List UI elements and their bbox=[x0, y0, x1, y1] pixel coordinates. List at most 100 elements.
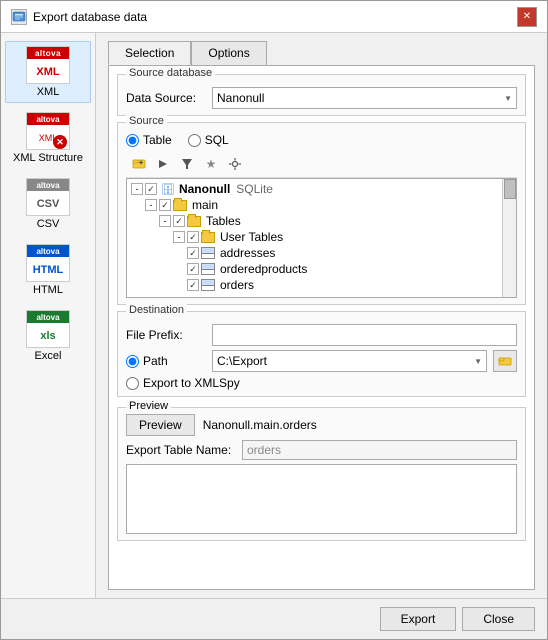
tree-label-user-tables: User Tables bbox=[220, 230, 283, 244]
filter-icon bbox=[180, 157, 194, 171]
main-panel: Selection Options Source database Data S… bbox=[96, 33, 547, 598]
settings-button[interactable] bbox=[224, 153, 246, 175]
export-name-row: Export Table Name: bbox=[126, 440, 517, 460]
source-type-row: Table SQL bbox=[126, 133, 517, 147]
tree-check-orderedproducts[interactable] bbox=[187, 263, 199, 275]
content-area: altova XML XML altova XML ✕ XML Structur… bbox=[1, 33, 547, 598]
tree-node-nanonull[interactable]: - 🗄 Nanonull SQLite bbox=[129, 181, 514, 197]
tree-node-tables[interactable]: - Tables bbox=[129, 213, 514, 229]
tree-check-user-tables[interactable] bbox=[187, 231, 199, 243]
tree-toggle-tables[interactable]: - bbox=[159, 215, 171, 227]
destination-section: Destination File Prefix: Path C:\Expor bbox=[117, 311, 526, 397]
html-file-icon: altova HTML bbox=[26, 244, 70, 282]
preview-button[interactable]: Preview bbox=[126, 414, 195, 436]
file-prefix-label: File Prefix: bbox=[126, 328, 206, 342]
arrow-button[interactable] bbox=[152, 153, 174, 175]
sql-radio[interactable]: SQL bbox=[188, 133, 229, 147]
path-row: Path C:\Export ▼ bbox=[126, 350, 517, 372]
sidebar-item-html[interactable]: altova HTML HTML bbox=[5, 239, 91, 301]
tree-label-orderedproducts: orderedproducts bbox=[220, 262, 307, 276]
tree-check-nanonull[interactable] bbox=[145, 183, 157, 195]
tree-label-nanonull: Nanonull bbox=[179, 182, 230, 196]
filter-button[interactable] bbox=[176, 153, 198, 175]
tree-toggle-main[interactable]: - bbox=[145, 199, 157, 211]
sidebar-xml-structure-label: XML Structure bbox=[13, 152, 83, 164]
folder-browse-icon bbox=[498, 355, 512, 367]
preview-section-label: Preview bbox=[126, 400, 171, 412]
xml-structure-file-icon: altova XML ✕ bbox=[26, 112, 70, 150]
data-source-combo[interactable]: Nanonull ▼ bbox=[212, 87, 517, 109]
path-combo[interactable]: C:\Export ▼ bbox=[212, 350, 487, 372]
tab-bar: Selection Options bbox=[108, 41, 535, 65]
preview-row: Preview Nanonull.main.orders bbox=[126, 414, 517, 436]
csv-file-icon: altova CSV bbox=[26, 178, 70, 216]
export-table-name-input[interactable] bbox=[242, 440, 517, 460]
title-bar-left: Export database data bbox=[11, 9, 147, 25]
sidebar: altova XML XML altova XML ✕ XML Structur… bbox=[1, 33, 96, 598]
tree-toolbar: ★ bbox=[126, 151, 517, 178]
export-xmlspy-radio-input[interactable] bbox=[126, 377, 139, 390]
tree-toggle-nanonull[interactable]: - bbox=[131, 183, 143, 195]
sidebar-html-label: HTML bbox=[33, 284, 63, 296]
tree-check-orders[interactable] bbox=[187, 279, 199, 291]
star-icon: ★ bbox=[206, 157, 217, 171]
export-button[interactable]: Export bbox=[380, 607, 457, 631]
tree-node-addresses[interactable]: addresses bbox=[129, 245, 514, 261]
add-button[interactable] bbox=[128, 153, 150, 175]
tab-options[interactable]: Options bbox=[191, 41, 266, 65]
tab-content-selection: Source database Data Source: Nanonull ▼ … bbox=[108, 65, 535, 590]
export-database-dialog: Export database data ✕ altova XML XML al… bbox=[0, 0, 548, 640]
tree-toggle-user-tables[interactable]: - bbox=[173, 231, 185, 243]
database-tree[interactable]: - 🗄 Nanonull SQLite - main bbox=[126, 178, 517, 298]
tables-folder-icon bbox=[187, 216, 201, 227]
path-radio-input[interactable] bbox=[126, 355, 139, 368]
bottom-bar: Export Close bbox=[1, 598, 547, 639]
scrollbar-thumb[interactable] bbox=[504, 179, 516, 199]
table-radio-input[interactable] bbox=[126, 134, 139, 147]
sql-radio-input[interactable] bbox=[188, 134, 201, 147]
source-label: Source bbox=[126, 115, 167, 127]
preview-box bbox=[126, 464, 517, 534]
path-combo-arrow-icon: ▼ bbox=[474, 357, 482, 366]
file-prefix-row: File Prefix: bbox=[126, 324, 517, 346]
sidebar-item-excel[interactable]: altova xls Excel bbox=[5, 305, 91, 367]
sidebar-item-xml[interactable]: altova XML XML bbox=[5, 41, 91, 103]
tree-label-addresses: addresses bbox=[220, 246, 275, 260]
tree-node-orderedproducts[interactable]: orderedproducts bbox=[129, 261, 514, 277]
tree-scrollbar[interactable] bbox=[502, 179, 516, 297]
title-bar: Export database data ✕ bbox=[1, 1, 547, 33]
source-database-section: Source database Data Source: Nanonull ▼ bbox=[117, 74, 526, 116]
browse-button[interactable] bbox=[493, 350, 517, 372]
combo-arrow-icon: ▼ bbox=[504, 94, 512, 103]
tree-label-orders: orders bbox=[220, 278, 254, 292]
table-radio[interactable]: Table bbox=[126, 133, 172, 147]
destination-label: Destination bbox=[126, 304, 187, 316]
tree-node-user-tables[interactable]: - User Tables bbox=[129, 229, 514, 245]
tree-check-main[interactable] bbox=[159, 199, 171, 211]
data-source-row: Data Source: Nanonull ▼ bbox=[126, 87, 517, 109]
tree-node-orders[interactable]: orders bbox=[129, 277, 514, 293]
file-prefix-input[interactable] bbox=[212, 324, 517, 346]
sidebar-excel-label: Excel bbox=[35, 350, 62, 362]
folder-add-icon bbox=[132, 157, 146, 171]
tree-check-addresses[interactable] bbox=[187, 247, 199, 259]
tab-selection[interactable]: Selection bbox=[108, 41, 191, 65]
export-xmlspy-radio[interactable]: Export to XMLSpy bbox=[126, 376, 240, 390]
sidebar-item-csv[interactable]: altova CSV CSV bbox=[5, 173, 91, 235]
close-button[interactable]: Close bbox=[462, 607, 535, 631]
tree-node-main[interactable]: - main bbox=[129, 197, 514, 213]
dialog-icon bbox=[11, 9, 27, 25]
tree-check-tables[interactable] bbox=[173, 215, 185, 227]
addresses-table-icon bbox=[201, 247, 215, 259]
data-source-label: Data Source: bbox=[126, 91, 206, 105]
path-radio[interactable]: Path bbox=[126, 354, 206, 368]
orderedproducts-table-icon bbox=[201, 263, 215, 275]
star-button[interactable]: ★ bbox=[200, 153, 222, 175]
sidebar-xml-label: XML bbox=[37, 86, 60, 98]
source-section: Source Table SQL bbox=[117, 122, 526, 305]
xml-file-icon: altova XML bbox=[26, 46, 70, 84]
sidebar-item-xml-structure[interactable]: altova XML ✕ XML Structure bbox=[5, 107, 91, 169]
source-database-label: Source database bbox=[126, 67, 215, 79]
orders-table-icon bbox=[201, 279, 215, 291]
close-icon[interactable]: ✕ bbox=[517, 7, 537, 27]
